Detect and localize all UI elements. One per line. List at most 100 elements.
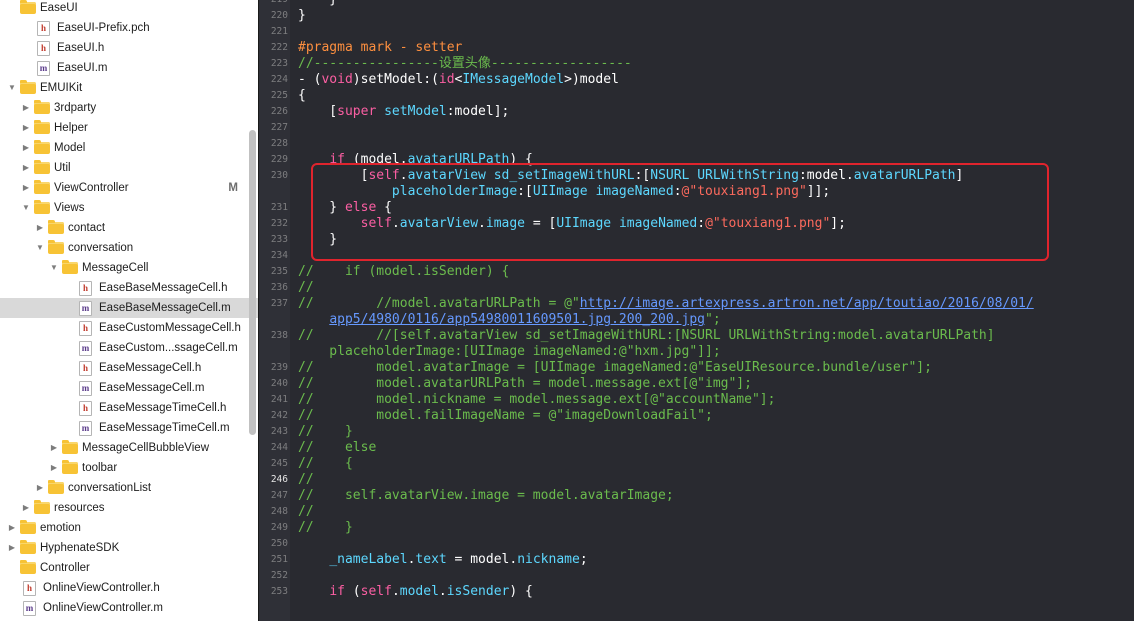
navigator-item[interactable]: Controller <box>0 558 259 578</box>
navigator-item[interactable]: ▶ resources <box>0 498 259 518</box>
navigator-item[interactable]: ▼ Views <box>0 198 259 218</box>
disclosure-closed-icon[interactable]: ▶ <box>21 158 31 178</box>
line-number: 235 <box>270 266 288 277</box>
navigator-item-label: EaseMessageCell.h <box>99 362 202 374</box>
code-line[interactable]: // } <box>298 520 353 536</box>
code-line[interactable]: } <box>298 8 306 24</box>
code-line[interactable]: // model.failImageName = @"imageDownload… <box>298 408 713 424</box>
navigator-item[interactable]: m EaseMessageCell.m <box>0 378 259 398</box>
navigator-item[interactable]: h EaseMessageCell.h <box>0 358 259 378</box>
code-line[interactable]: } <box>298 0 337 8</box>
line-number: 251 <box>270 554 288 565</box>
code-line[interactable]: // { <box>298 456 353 472</box>
navigator-item[interactable]: ▶ conversationList <box>0 478 259 498</box>
disclosure-closed-icon[interactable]: ▶ <box>7 538 17 558</box>
disclosure-closed-icon[interactable]: ▶ <box>21 118 31 138</box>
code-line[interactable]: // <box>298 280 314 296</box>
line-number: 234 <box>270 250 288 261</box>
disclosure-closed-icon[interactable]: ▶ <box>21 178 31 198</box>
navigator-item-label: EaseMessageTimeCell.h <box>99 402 227 414</box>
navigator-item[interactable]: m EaseUI.m <box>0 58 259 78</box>
disclosure-closed-icon[interactable]: ▶ <box>49 458 59 478</box>
disclosure-open-icon[interactable]: ▼ <box>21 198 31 218</box>
code-line[interactable]: { <box>298 88 306 104</box>
line-number: 237 <box>270 298 288 309</box>
code-line[interactable]: // model.avatarURLPath = model.message.e… <box>298 376 752 392</box>
navigator-item[interactable]: ▶ emotion <box>0 518 259 538</box>
code-line[interactable]: // <box>298 472 314 488</box>
navigator-item-label: MessageCellBubbleView <box>82 442 209 454</box>
disclosure-open-icon[interactable]: ▼ <box>7 78 17 98</box>
navigator-item[interactable]: ▶ toolbar <box>0 458 259 478</box>
disclosure-closed-icon[interactable]: ▶ <box>35 478 45 498</box>
navigator-item[interactable]: ▶ Model <box>0 138 259 158</box>
code-line[interactable]: _nameLabel.text = model.nickname; <box>298 552 587 568</box>
navigator-item[interactable]: h EaseCustomMessageCell.h <box>0 318 259 338</box>
code-line[interactable]: - (void)setModel:(id<IMessageModel>)mode… <box>298 72 619 88</box>
line-number: 229 <box>270 154 288 165</box>
navigator-item[interactable]: EaseUI <box>0 0 259 18</box>
folder-icon <box>34 180 50 194</box>
navigator-item[interactable]: m EaseBaseMessageCell.m <box>0 298 259 318</box>
navigator-item[interactable]: ▶ Helper <box>0 118 259 138</box>
disclosure-closed-icon[interactable]: ▶ <box>21 498 31 518</box>
navigator-item[interactable]: ▼ MessageCell <box>0 258 259 278</box>
navigator-item-label: Helper <box>54 122 88 134</box>
code-line[interactable]: // } <box>298 424 353 440</box>
navigator-item[interactable]: m EaseMessageTimeCell.m <box>0 418 259 438</box>
navigator-item[interactable]: h EaseBaseMessageCell.h <box>0 278 259 298</box>
code-line[interactable]: // //[self.avatarView sd_setImageWithURL… <box>298 328 995 360</box>
line-number: 242 <box>270 410 288 421</box>
objc-source-file-icon: m <box>79 421 92 436</box>
navigator-item[interactable]: ▶ MessageCellBubbleView <box>0 438 259 458</box>
code-line[interactable]: // self.avatarView.image = model.avatarI… <box>298 488 674 504</box>
code-line[interactable]: // if (model.isSender) { <box>298 264 509 280</box>
navigator-item[interactable]: ▼ EMUIKit <box>0 78 259 98</box>
line-number: 225 <box>270 90 288 101</box>
disclosure-closed-icon[interactable]: ▶ <box>7 518 17 538</box>
disclosure-open-icon[interactable]: ▼ <box>49 258 59 278</box>
navigator-item[interactable]: ▶ Util <box>0 158 259 178</box>
navigator-item-label: EMUIKit <box>40 82 83 94</box>
navigator-item[interactable]: m EaseCustom...ssageCell.m <box>0 338 259 358</box>
navigator-item[interactable]: ▶ 3rdparty <box>0 98 259 118</box>
navigator-item-label: OnlineViewController.h <box>43 582 160 594</box>
code-line[interactable]: if (self.model.isSender) { <box>298 584 533 600</box>
navigator-item[interactable]: h OnlineViewController.h <box>0 578 259 598</box>
navigator-item[interactable]: m OnlineViewController.m <box>0 598 259 618</box>
disclosure-closed-icon[interactable]: ▶ <box>35 218 45 238</box>
disclosure-closed-icon[interactable]: ▶ <box>21 138 31 158</box>
objc-source-file-icon: m <box>37 61 50 76</box>
navigator-item[interactable]: ▼ conversation <box>0 238 259 258</box>
disclosure-open-icon[interactable]: ▼ <box>35 238 45 258</box>
navigator-item[interactable]: ▶ contact <box>0 218 259 238</box>
project-navigator: EaseUI h EaseUI-Prefix.pch h EaseUI.h m EaseUI… <box>0 0 259 621</box>
navigator-item-label: EaseBaseMessageCell.h <box>99 282 228 294</box>
navigator-item[interactable]: h EaseUI-Prefix.pch <box>0 18 259 38</box>
disclosure-closed-icon[interactable]: ▶ <box>49 438 59 458</box>
code-line[interactable]: [super setModel:model]; <box>298 104 509 120</box>
header-file-icon: h <box>23 581 36 596</box>
code-line[interactable]: // <box>298 504 314 520</box>
navigator-item[interactable]: h EaseMessageTimeCell.h <box>0 398 259 418</box>
navigator-item-label: EaseCustomMessageCell.h <box>99 322 241 334</box>
navigator-item[interactable]: h EaseUI.h <box>0 38 259 58</box>
folder-icon <box>20 80 36 94</box>
code-line[interactable]: // else <box>298 440 376 456</box>
folder-icon <box>62 440 78 454</box>
navigator-item-label: EaseCustom...ssageCell.m <box>99 342 238 354</box>
code-line[interactable]: // model.nickname = model.message.ext[@"… <box>298 392 775 408</box>
code-line[interactable]: // //model.avatarURLPath = @"http://imag… <box>298 296 1034 328</box>
navigator-item-label: Model <box>54 142 86 154</box>
line-number: 222 <box>270 42 288 53</box>
disclosure-closed-icon[interactable]: ▶ <box>21 98 31 118</box>
header-file-icon: h <box>37 41 50 56</box>
navigator-item[interactable]: ▶ ViewController M <box>0 178 259 198</box>
code-line[interactable]: // model.avatarImage = [UIImage imageNam… <box>298 360 932 376</box>
highlight-annotation-box <box>311 163 1049 261</box>
navigator-item-label: EaseUI.h <box>57 42 105 54</box>
code-line[interactable]: //----------------设置头像------------------ <box>298 56 632 72</box>
code-line[interactable]: #pragma mark - setter <box>298 40 462 56</box>
navigator-scrollbar[interactable] <box>249 130 256 435</box>
navigator-item[interactable]: ▶ HyphenateSDK <box>0 538 259 558</box>
